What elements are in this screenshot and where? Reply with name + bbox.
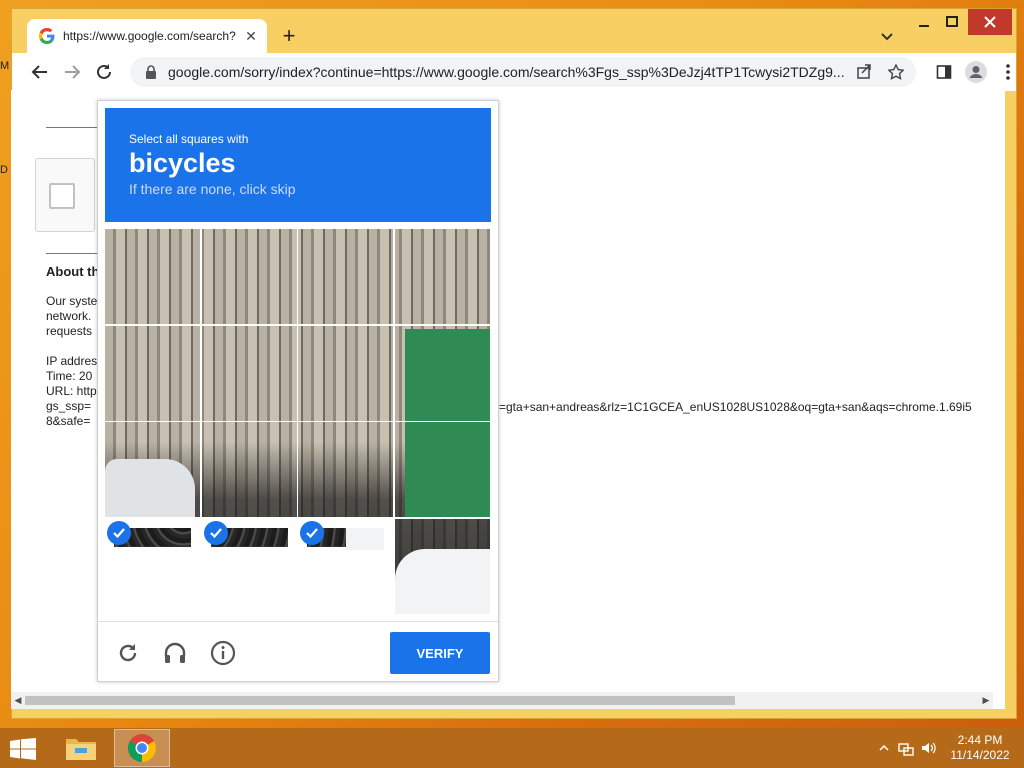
image-tile[interactable] [394,518,490,614]
vertical-scrollbar-track [993,90,1005,709]
instruction-text: Select all squares with [129,132,249,146]
tile-image [394,518,490,614]
side-panel-icon[interactable] [932,60,956,84]
scroll-right-icon[interactable]: ▶ [981,695,991,705]
profile-avatar-icon[interactable] [964,60,988,84]
page-line: Our syste [46,294,98,308]
image-tile[interactable] [105,229,200,324]
tile-image [201,229,297,324]
image-tile[interactable] [394,229,490,324]
info-icon[interactable] [209,639,237,667]
target-object-text: bicycles [129,148,236,178]
tile-image [298,229,393,324]
menu-kebab-icon[interactable] [996,60,1020,84]
image-tile[interactable] [105,325,200,421]
tile-image [298,422,393,517]
tab-strip: https://www.google.com/search? ✕ + [12,9,1016,53]
verify-button[interactable]: VERIFY [390,632,490,674]
clock-date: 11/14/2022 [950,748,1010,762]
recaptcha-anchor[interactable] [35,158,95,232]
tile-image [105,325,200,421]
back-arrow-icon[interactable] [28,60,52,84]
forward-arrow-icon[interactable] [60,60,84,84]
image-tile[interactable] [298,422,393,517]
page-line: requests [46,324,93,338]
tile-image [105,422,200,517]
page-line: network. [46,309,92,323]
taskbar: 2:44 PM 11/14/2022 [0,728,1024,768]
image-tile[interactable] [298,325,393,421]
file-explorer-icon[interactable] [53,729,109,767]
volume-icon[interactable] [920,740,936,756]
close-window-button[interactable] [968,9,1012,35]
chrome-taskbar-icon[interactable] [114,729,170,767]
parked-car [346,527,384,550]
recaptcha-challenge: Select all squares with bicycles If ther… [97,100,499,682]
bookmark-star-icon[interactable] [884,60,908,84]
challenge-image-grid [105,229,491,615]
tile-image [394,422,490,517]
reload-challenge-icon[interactable] [114,639,142,667]
challenge-header: Select all squares with bicycles If ther… [105,108,491,222]
google-favicon-icon [39,28,55,44]
image-tile[interactable] [298,229,393,324]
url-line: 8&safe= [46,414,91,428]
system-clock[interactable]: 2:44 PM 11/14/2022 [940,733,1020,763]
new-tab-button[interactable]: + [278,23,300,48]
image-tile[interactable] [394,422,490,517]
tab-title: https://www.google.com/search? [63,29,236,43]
network-icon[interactable] [898,740,914,756]
time-line: Time: 20 [46,369,93,383]
about-heading: About th [46,264,100,279]
image-tile[interactable] [201,422,297,517]
windows-start-icon[interactable] [8,736,38,762]
parked-car [105,459,195,517]
scroll-left-icon[interactable]: ◀ [13,695,23,705]
ip-address-line: IP addres [46,354,98,368]
horizontal-scrollbar[interactable]: ◀ ▶ [11,692,993,709]
selected-checkmark-icon [203,520,228,545]
browser-toolbar: google.com/sorry/index?continue=https://… [12,53,1016,91]
image-tile[interactable] [394,325,490,421]
selected-checkmark-icon [107,520,131,545]
tile-image [201,325,297,421]
minimize-button[interactable] [912,9,936,35]
tile-image [394,325,490,421]
share-icon[interactable] [852,60,876,84]
close-tab-icon[interactable]: ✕ [243,28,259,44]
scrollbar-thumb[interactable] [25,696,735,705]
pharmacy-storefront [405,329,490,421]
url-tail-text: =gta+san+andreas&rlz=1C1GCEA_enUS1028US1… [499,400,972,414]
image-tile[interactable] [105,422,200,517]
pharmacy-storefront [405,422,490,517]
tile-image [298,325,393,421]
audio-challenge-icon[interactable] [161,639,189,667]
image-tile[interactable] [201,229,297,324]
tab-search-chevron-icon[interactable] [878,27,896,45]
show-hidden-icons-chevron-icon[interactable] [876,740,892,756]
skip-hint-text: If there are none, click skip [129,181,296,197]
url-line: gs_ssp= [46,399,92,413]
url-line: URL: http [46,384,97,398]
url-text[interactable]: google.com/sorry/index?continue=https://… [168,64,844,80]
challenge-footer: VERIFY [98,621,498,683]
image-tile[interactable] [201,325,297,421]
parked-scooters [394,519,395,614]
address-bar[interactable]: google.com/sorry/index?continue=https://… [130,57,916,87]
tile-image [201,422,297,517]
maximize-button[interactable] [940,9,964,35]
tile-image [394,229,490,324]
parked-car [395,549,490,614]
reload-icon[interactable] [92,60,116,84]
clock-time: 2:44 PM [957,733,1003,747]
tile-image [105,229,200,324]
lock-icon[interactable] [144,65,158,79]
recaptcha-checkbox[interactable] [49,183,75,209]
browser-tab[interactable]: https://www.google.com/search? ✕ [27,19,267,53]
selected-checkmark-icon [300,520,324,545]
pharmacy-storefront [405,518,490,519]
